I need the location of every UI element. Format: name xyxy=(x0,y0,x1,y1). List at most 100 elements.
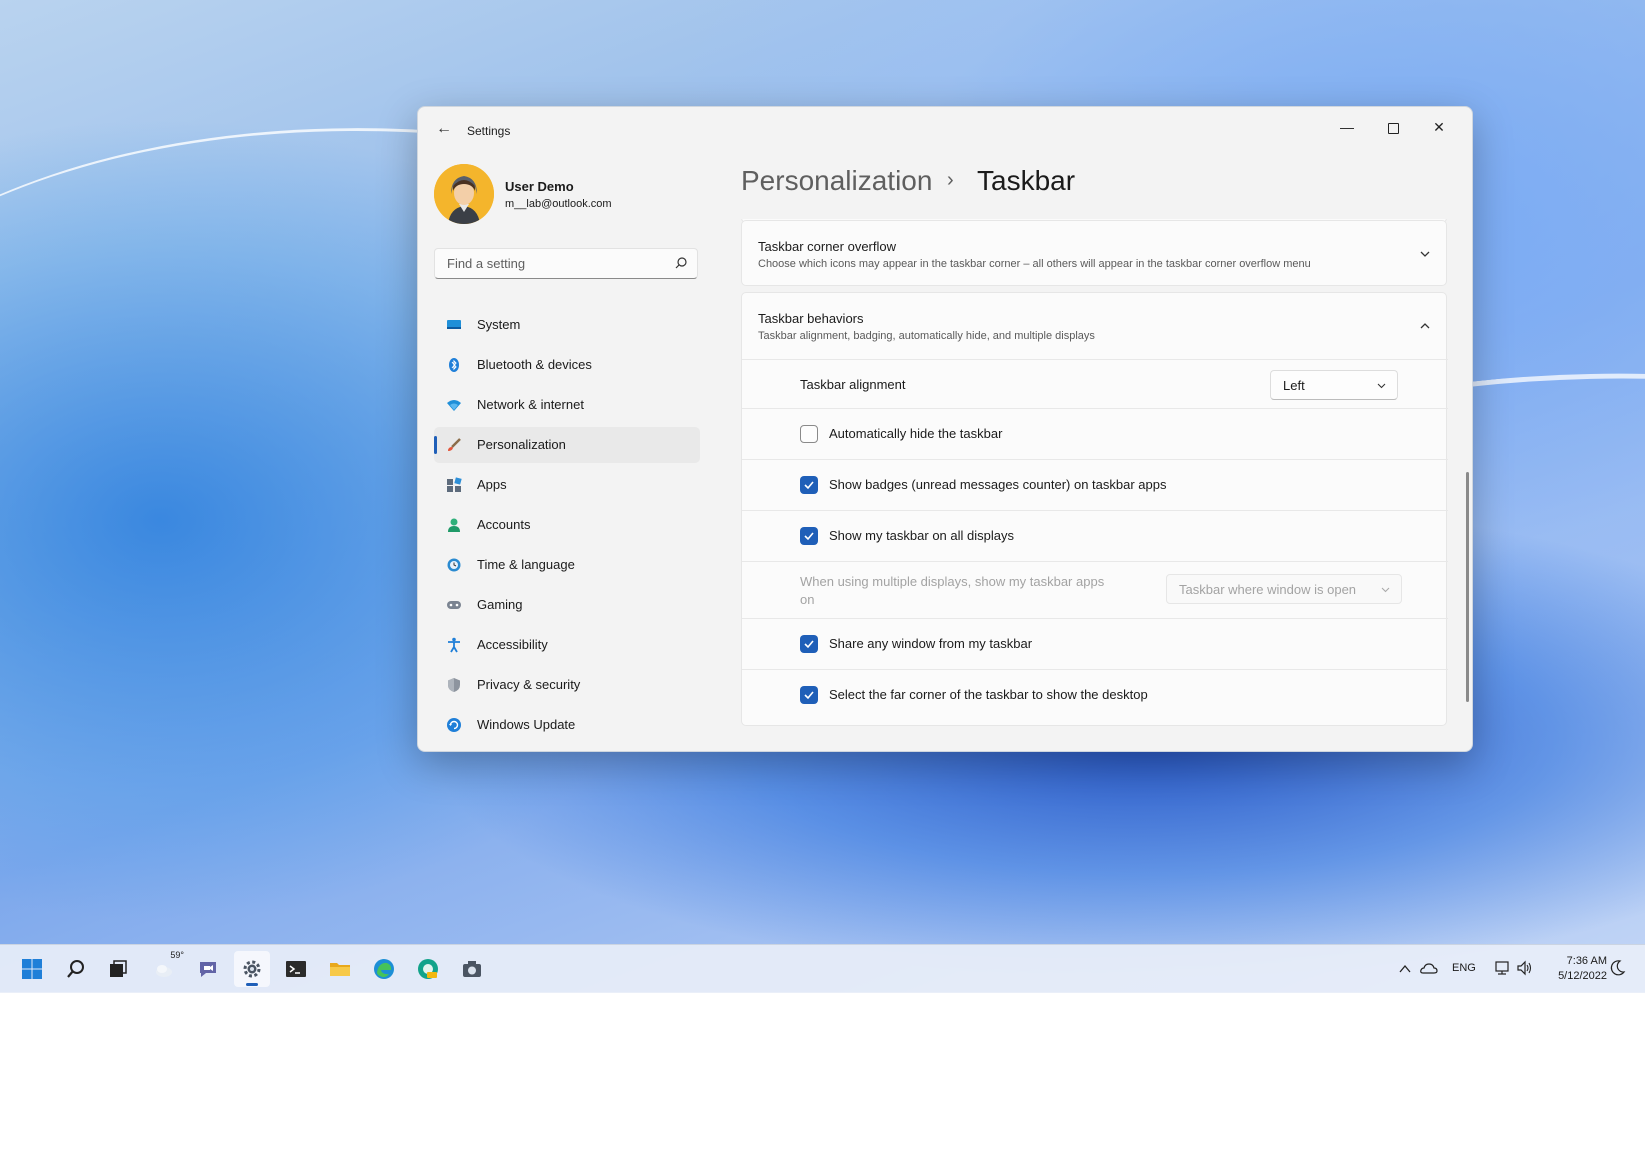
sidebar-item-label: Windows Update xyxy=(477,717,575,732)
taskbar-search-button[interactable] xyxy=(58,951,94,987)
language-indicator[interactable]: ENG xyxy=(1452,962,1476,974)
gamepad-icon xyxy=(446,597,462,613)
behaviors-header[interactable]: Taskbar behaviors Taskbar alignment, bad… xyxy=(742,293,1446,359)
widgets-button[interactable]: 59° xyxy=(146,951,182,987)
checkmark-icon xyxy=(803,479,815,491)
clock-date: 5/12/2022 xyxy=(1558,969,1607,984)
teams-chat-button[interactable] xyxy=(190,951,226,987)
sidebar-item-privacy[interactable]: Privacy & security xyxy=(434,667,700,703)
clock[interactable]: 7:36 AM 5/12/2022 xyxy=(1558,954,1607,984)
sidebar-item-label: Bluetooth & devices xyxy=(477,357,592,372)
all-displays-row: Show my taskbar on all displays xyxy=(742,510,1448,561)
all-displays-checkbox[interactable] xyxy=(800,527,818,545)
corner-overflow-card[interactable]: Taskbar corner overflow Choose which ico… xyxy=(741,220,1447,286)
settings-icon xyxy=(241,958,263,980)
sidebar-item-label: Personalization xyxy=(477,437,566,452)
task-view-icon xyxy=(107,958,129,980)
share-window-checkbox[interactable] xyxy=(800,635,818,653)
taskbar-behaviors-card: Taskbar behaviors Taskbar alignment, bad… xyxy=(741,292,1447,726)
sidebar-item-accessibility[interactable]: Accessibility xyxy=(434,627,700,663)
globe-clock-icon xyxy=(446,557,462,573)
update-icon xyxy=(446,717,462,733)
checkmark-icon xyxy=(803,689,815,701)
teams-chat-icon xyxy=(197,958,219,980)
far-corner-checkbox[interactable] xyxy=(800,686,818,704)
card-title: Taskbar behaviors xyxy=(758,311,864,326)
sidebar-item-label: Network & internet xyxy=(477,397,584,412)
app-title: Settings xyxy=(467,124,510,138)
apps-icon xyxy=(446,477,462,493)
card-title: Taskbar corner overflow xyxy=(758,239,896,254)
task-view-button[interactable] xyxy=(100,951,136,987)
maximize-button[interactable] xyxy=(1371,113,1415,141)
multi-display-row: When using multiple displays, show my ta… xyxy=(742,561,1448,618)
far-corner-row: Select the far corner of the taskbar to … xyxy=(742,669,1448,720)
back-button[interactable]: ← xyxy=(434,119,454,139)
checkbox-label[interactable]: Share any window from my taskbar xyxy=(829,636,1032,651)
settings-app-button[interactable] xyxy=(234,951,270,987)
camera-button[interactable] xyxy=(454,951,490,987)
file-explorer-button[interactable] xyxy=(322,951,358,987)
sidebar-item-apps[interactable]: Apps xyxy=(434,467,700,503)
multi-display-dropdown: Taskbar where window is open xyxy=(1166,574,1402,604)
multi-display-label-line1: When using multiple displays, show my ta… xyxy=(800,574,1104,589)
terminal-button[interactable] xyxy=(278,951,314,987)
sidebar-item-label: Privacy & security xyxy=(477,677,580,692)
chevron-up-icon[interactable] xyxy=(1398,962,1412,976)
sidebar-item-gaming[interactable]: Gaming xyxy=(434,587,700,623)
sidebar-item-bluetooth[interactable]: Bluetooth & devices xyxy=(434,347,700,383)
sidebar-item-system[interactable]: System xyxy=(434,307,700,343)
search-input[interactable] xyxy=(445,255,669,272)
sidebar-item-network[interactable]: Network & internet xyxy=(434,387,700,423)
close-button[interactable]: ✕ xyxy=(1417,113,1461,141)
taskbar: 59° ENG 7:36 AM 5/12/2022 xyxy=(0,944,1645,993)
checkmark-icon xyxy=(803,638,815,650)
start-button[interactable] xyxy=(14,951,50,987)
page-title: Taskbar xyxy=(977,165,1075,197)
card-description: Choose which icons may appear in the tas… xyxy=(758,258,1311,270)
file-explorer-icon xyxy=(329,958,351,980)
edge-button[interactable] xyxy=(366,951,402,987)
settings-content[interactable]: Taskbar corner overflow Choose which ico… xyxy=(741,219,1451,751)
sidebar-item-label: Apps xyxy=(477,477,507,492)
breadcrumb-parent[interactable]: Personalization xyxy=(741,165,932,197)
start-icon xyxy=(21,958,43,980)
brush-icon xyxy=(446,437,462,453)
checkbox-label[interactable]: Automatically hide the taskbar xyxy=(829,426,1002,441)
network-icon[interactable] xyxy=(1494,960,1512,976)
badges-row: Show badges (unread messages counter) on… xyxy=(742,459,1448,510)
search-box[interactable] xyxy=(434,248,698,279)
widgets-weather-icon xyxy=(153,958,175,980)
sidebar-item-label: Accounts xyxy=(477,517,530,532)
checkbox-label[interactable]: Select the far corner of the taskbar to … xyxy=(829,687,1148,702)
sidebar-item-time-language[interactable]: Time & language xyxy=(434,547,700,583)
chevron-right-icon: › xyxy=(947,169,954,192)
auto-hide-checkbox[interactable] xyxy=(800,425,818,443)
chevron-down-icon xyxy=(1376,380,1387,391)
checkbox-label[interactable]: Show badges (unread messages counter) on… xyxy=(829,477,1166,492)
volume-icon[interactable] xyxy=(1516,960,1534,976)
alignment-label: Taskbar alignment xyxy=(800,377,906,392)
shield-icon xyxy=(446,677,462,693)
checkmark-icon xyxy=(803,530,815,542)
alignment-dropdown[interactable]: Left xyxy=(1270,370,1398,400)
onedrive-icon[interactable] xyxy=(1420,961,1438,975)
focus-assist-icon[interactable] xyxy=(1610,959,1626,977)
bluetooth-icon xyxy=(446,357,462,373)
checkbox-label[interactable]: Show my taskbar on all displays xyxy=(829,528,1014,543)
sidebar-item-personalization[interactable]: Personalization xyxy=(434,427,700,463)
avatar-image xyxy=(434,164,494,224)
accessibility-icon xyxy=(446,637,462,653)
edge-canary-button[interactable] xyxy=(410,951,446,987)
monitor-icon xyxy=(446,317,462,333)
scrollbar[interactable] xyxy=(1466,472,1469,702)
sidebar-item-windows-update[interactable]: Windows Update xyxy=(434,707,700,743)
badges-checkbox[interactable] xyxy=(800,476,818,494)
minimize-button[interactable]: — xyxy=(1325,113,1369,141)
search-icon[interactable] xyxy=(674,256,688,270)
avatar[interactable] xyxy=(434,164,494,224)
sidebar-item-accounts[interactable]: Accounts xyxy=(434,507,700,543)
chevron-up-icon[interactable] xyxy=(1418,319,1432,333)
sidebar-item-label: Time & language xyxy=(477,557,575,572)
chevron-down-icon[interactable] xyxy=(1418,247,1432,261)
